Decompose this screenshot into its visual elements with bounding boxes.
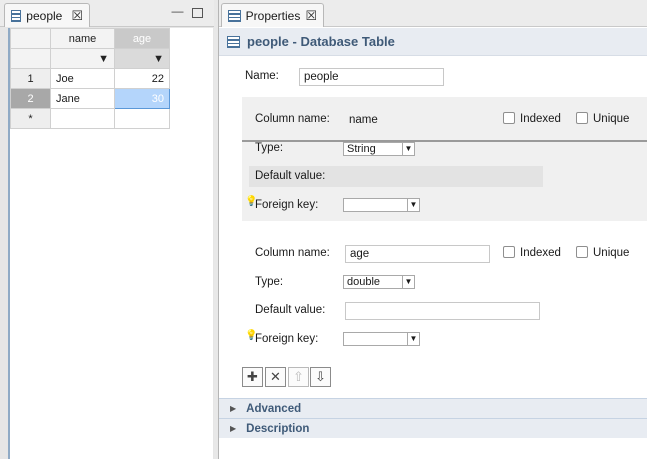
cell-age-selected[interactable]: 30 <box>114 88 170 109</box>
close-icon[interactable]: ☒ <box>71 9 83 22</box>
cell-name[interactable]: Joe <box>50 68 115 89</box>
row-number[interactable]: 1 <box>10 68 51 89</box>
section-advanced[interactable]: ▶ Advanced <box>219 398 647 418</box>
type-select[interactable]: String ▼ <box>343 142 415 156</box>
maximize-icon[interactable] <box>192 8 203 18</box>
type-select-value: double <box>347 276 381 288</box>
chevron-down-icon: ▼ <box>402 143 414 155</box>
move-down-button[interactable]: ⇩ <box>310 367 331 387</box>
chevron-right-icon: ▶ <box>230 424 237 433</box>
unique-label: Unique <box>593 247 630 259</box>
row-number[interactable]: 2 <box>10 88 51 109</box>
type-select[interactable]: double ▼ <box>343 275 415 289</box>
foreign-key-label: Foreign key: <box>255 333 319 345</box>
tab-properties-label: Properties <box>245 8 301 23</box>
table-name-input[interactable]: people <box>299 68 444 86</box>
indexed-checkbox[interactable] <box>503 112 515 124</box>
arrow-up-icon: ⇧ <box>293 369 304 384</box>
new-row-marker: * <box>10 108 51 129</box>
chevron-down-icon: ▼ <box>98 52 109 65</box>
column-name-label: Column name: <box>255 113 330 125</box>
tab-people[interactable]: people ☒ <box>4 3 90 27</box>
move-up-button[interactable]: ⇧ <box>288 367 309 387</box>
foreign-key-select[interactable]: ▼ <box>343 332 420 346</box>
foreign-key-label: Foreign key: <box>255 199 319 211</box>
new-row[interactable]: * <box>10 108 170 129</box>
cell-age[interactable]: 22 <box>114 68 170 89</box>
section-description-title: Description <box>246 422 310 435</box>
panel-title: people - Database Table <box>247 34 395 49</box>
grid-corner <box>10 28 51 49</box>
filter-dropdown-age[interactable]: ▼ <box>114 48 170 69</box>
table-icon <box>227 35 240 48</box>
column-name-label: Column name: <box>255 247 330 259</box>
indexed-label: Indexed <box>520 247 561 259</box>
delete-icon: ✕ <box>270 369 281 384</box>
close-icon[interactable]: ☒ <box>305 9 317 22</box>
tab-properties[interactable]: Properties ☒ <box>221 3 324 27</box>
panel-header: people - Database Table <box>219 28 647 56</box>
data-grid: name age ▼ ▼ 1 Joe 22 2 Jane 30 * <box>8 28 213 459</box>
add-column-button[interactable]: ✚ <box>242 367 263 387</box>
default-value-label: Default value: <box>255 170 326 182</box>
table-icon <box>11 9 22 22</box>
remove-column-button[interactable]: ✕ <box>265 367 286 387</box>
column-header-age[interactable]: age <box>114 28 170 49</box>
type-label: Type: <box>255 276 284 288</box>
arrow-down-icon: ⇩ <box>315 369 326 384</box>
properties-icon <box>228 9 241 22</box>
type-label: Type: <box>255 142 284 154</box>
left-tab-strip: people ☒ — <box>0 0 214 27</box>
minimize-icon[interactable]: — <box>171 5 184 18</box>
indexed-label: Indexed <box>520 113 561 125</box>
chevron-down-icon: ▼ <box>407 199 419 211</box>
chevron-down-icon: ▼ <box>153 52 164 65</box>
cell-age-new[interactable] <box>114 108 170 129</box>
column-header-name[interactable]: name <box>50 28 115 49</box>
default-value-label: Default value: <box>255 304 326 316</box>
section-advanced-title: Advanced <box>246 402 302 415</box>
column-separator <box>242 140 647 142</box>
default-value-input[interactable] <box>345 302 540 320</box>
filter-corner <box>10 48 51 69</box>
left-pane: people ☒ — name age ▼ ▼ 1 Joe 22 2 Jane … <box>0 0 214 459</box>
plus-icon: ✚ <box>247 369 258 384</box>
filter-dropdown-name[interactable]: ▼ <box>50 48 115 69</box>
chevron-down-icon: ▼ <box>407 333 419 345</box>
right-pane: Properties ☒ people - Database Table Nam… <box>218 0 647 459</box>
chevron-right-icon: ▶ <box>230 404 237 413</box>
column-name-input[interactable]: age <box>345 245 490 263</box>
unique-label: Unique <box>593 113 630 125</box>
cell-name-new[interactable] <box>50 108 115 129</box>
table-row[interactable]: 1 Joe 22 <box>10 68 170 89</box>
column-name-value[interactable]: name <box>349 114 378 126</box>
type-select-value: String <box>347 143 376 155</box>
cell-name[interactable]: Jane <box>50 88 115 109</box>
indexed-checkbox[interactable] <box>503 246 515 258</box>
unique-checkbox[interactable] <box>576 246 588 258</box>
unique-checkbox[interactable] <box>576 112 588 124</box>
table-name-label: Name: <box>245 70 279 82</box>
table-row[interactable]: 2 Jane 30 <box>10 88 170 109</box>
right-tab-strip: Properties ☒ <box>219 0 647 27</box>
foreign-key-select[interactable]: ▼ <box>343 198 420 212</box>
tab-people-label: people <box>26 8 63 23</box>
chevron-down-icon: ▼ <box>402 276 414 288</box>
section-description[interactable]: ▶ Description <box>219 418 647 438</box>
